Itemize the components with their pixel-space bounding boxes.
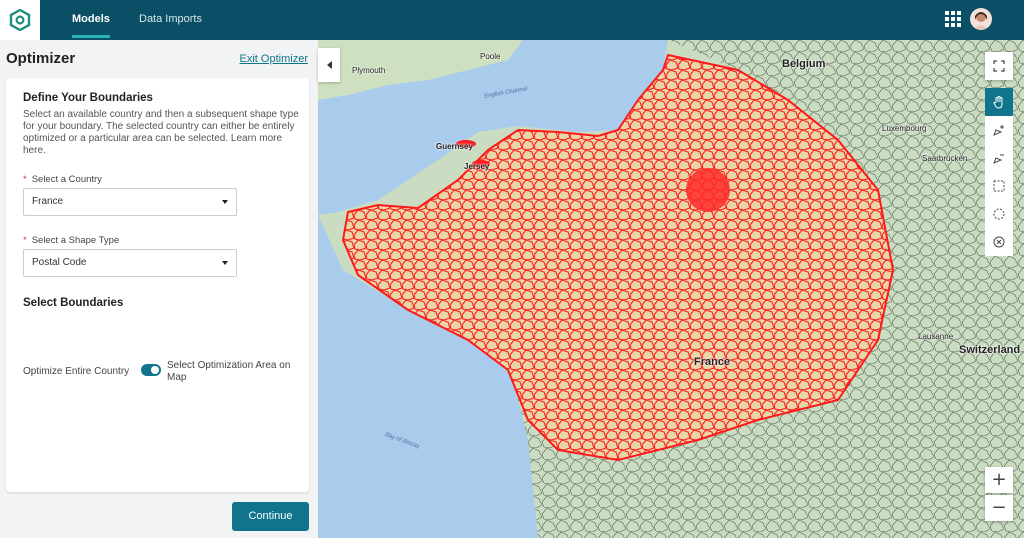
- app-logo-icon: [9, 9, 31, 31]
- user-avatar[interactable]: [970, 8, 992, 30]
- app-logo[interactable]: [0, 0, 40, 40]
- rectangle-select-tool-button[interactable]: [985, 172, 1013, 200]
- boundaries-heading: Define Your Boundaries: [23, 92, 153, 104]
- select-area-on-map-label: Select Optimization Area on Map: [167, 360, 291, 383]
- chevron-left-icon: [326, 61, 332, 69]
- country-select[interactable]: France: [23, 188, 237, 216]
- zoom-out-button[interactable]: −: [985, 495, 1013, 521]
- paris-dense-area: [686, 168, 730, 212]
- add-point-icon: [993, 125, 1004, 136]
- map-label-jersey: Jersey: [464, 162, 490, 171]
- boundaries-card: Define Your Boundaries Select an availab…: [6, 78, 309, 492]
- zoom-in-button[interactable]: +: [985, 467, 1013, 493]
- map-label-belgium: Belgium: [782, 58, 826, 70]
- collapse-panel-button[interactable]: [318, 48, 340, 82]
- fullscreen-button[interactable]: [985, 52, 1013, 80]
- optimize-entire-country-label: Optimize Entire Country: [23, 366, 130, 377]
- tab-data-imports[interactable]: Data Imports: [139, 0, 202, 40]
- map-label-saarbrucken: Saarbrucken: [922, 154, 968, 163]
- map-label-poole: Poole: [480, 52, 501, 61]
- required-marker: *: [23, 235, 27, 246]
- shape-type-select[interactable]: Postal Code: [23, 249, 237, 277]
- continue-button[interactable]: Continue: [232, 502, 309, 531]
- rectangle-select-icon: [993, 180, 1005, 192]
- apps-grid-icon[interactable]: [945, 11, 961, 27]
- map-label-luxembourg: Luxembourg: [882, 124, 927, 133]
- select-boundaries-heading: Select Boundaries: [23, 297, 124, 309]
- shape-type-field-label: * Select a Shape Type: [23, 235, 120, 246]
- tab-models[interactable]: Models: [72, 0, 110, 40]
- map-graphic: [318, 40, 1024, 538]
- top-navbar: Models Data Imports: [0, 0, 1024, 40]
- map-label-switzerland: Switzerland: [959, 344, 1021, 356]
- chevron-down-icon: [222, 200, 228, 204]
- map-label-lausanne: Lausanne: [918, 332, 954, 341]
- add-point-tool-button[interactable]: [985, 116, 1013, 144]
- hand-pan-icon: [993, 96, 1003, 109]
- shape-type-select-value: Postal Code: [32, 257, 87, 268]
- page-title: Optimizer: [6, 50, 76, 67]
- map-canvas[interactable]: Belgium Luxembourg Saarbrucken Switzerla…: [318, 40, 1024, 538]
- optimization-mode-toggle[interactable]: [141, 364, 161, 376]
- remove-point-icon: [993, 154, 1004, 164]
- map-label-plymouth: Plymouth: [352, 66, 386, 75]
- clear-selection-icon: [993, 236, 1005, 248]
- boundaries-description: Select an available country and then a s…: [23, 109, 299, 156]
- circle-select-tool-button[interactable]: [985, 200, 1013, 228]
- clear-selection-tool-button[interactable]: [985, 228, 1013, 256]
- circle-select-icon: [993, 208, 1005, 220]
- fullscreen-icon: [993, 60, 1005, 72]
- required-marker: *: [23, 174, 27, 185]
- country-field-label: * Select a Country: [23, 174, 102, 185]
- pan-tool-button[interactable]: [985, 88, 1013, 116]
- exit-optimizer-link[interactable]: Exit Optimizer: [240, 53, 308, 65]
- country-select-value: France: [32, 196, 64, 207]
- map-label-france: France: [694, 356, 731, 368]
- map-label-guernsey: Guernsey: [436, 142, 473, 151]
- optimizer-panel: Optimizer Exit Optimizer Define Your Bou…: [0, 40, 318, 538]
- remove-point-tool-button[interactable]: [985, 144, 1013, 172]
- chevron-down-icon: [222, 261, 228, 265]
